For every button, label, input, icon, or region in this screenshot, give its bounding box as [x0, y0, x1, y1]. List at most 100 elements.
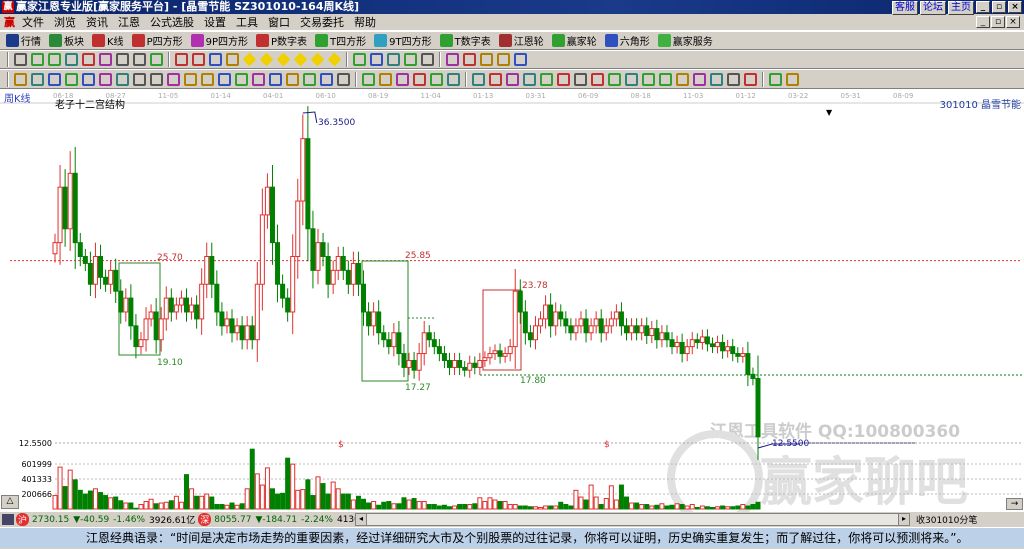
right-icon[interactable]	[226, 53, 239, 66]
nine-icon[interactable]	[523, 72, 536, 86]
diamond-1-icon[interactable]	[242, 52, 257, 67]
gold-line-icon[interactable]	[591, 72, 604, 86]
yin-yang-icon[interactable]	[769, 72, 782, 86]
gold-1-icon[interactable]	[48, 72, 61, 86]
restore-button[interactable]: ▫	[992, 1, 1006, 13]
festival-icon[interactable]	[404, 53, 417, 66]
mdi-restore-button[interactable]: ▫	[991, 16, 1005, 28]
grid-sq-icon[interactable]	[472, 72, 485, 86]
mdi-minimize-button[interactable]: _	[976, 16, 990, 28]
menu-trade[interactable]: 交易委托	[295, 14, 349, 30]
comb-icon[interactable]	[320, 72, 333, 86]
fib-percent-icon[interactable]	[557, 72, 570, 86]
spiral-icon[interactable]	[99, 72, 112, 86]
toolbar-hexagon-button[interactable]: 六角形	[603, 33, 650, 48]
home-link[interactable]: 主页	[948, 1, 974, 15]
angle-2-icon[interactable]	[676, 72, 689, 86]
minimize-button[interactable]: _	[976, 1, 990, 13]
zoom-out-icon[interactable]	[31, 53, 44, 66]
square-fan-icon[interactable]	[396, 72, 409, 86]
circle-icon[interactable]	[133, 72, 146, 86]
calendar-icon[interactable]	[446, 53, 459, 66]
triangle-icon[interactable]	[150, 53, 163, 66]
weight-icon[interactable]	[133, 53, 146, 66]
bars-icon[interactable]	[506, 72, 519, 86]
toolbar-t-number-table-button[interactable]: T数字表	[438, 33, 491, 48]
close-button[interactable]: ×	[1008, 1, 1022, 13]
pointer-icon[interactable]	[116, 53, 129, 66]
diamond-4-icon[interactable]	[293, 52, 308, 67]
angle-6-icon[interactable]	[744, 72, 757, 86]
expand-indicator-button[interactable]: △	[1, 495, 19, 509]
toolbar-kline-button[interactable]: K线	[90, 33, 124, 48]
menu-help[interactable]: 帮助	[349, 14, 381, 30]
grid-icon[interactable]	[31, 72, 44, 86]
box-icon[interactable]	[235, 72, 248, 86]
speed-icon[interactable]	[625, 72, 638, 86]
first-icon[interactable]	[175, 53, 188, 66]
transfer-icon[interactable]	[514, 53, 527, 66]
scroll-left-icon[interactable]: ◂	[356, 514, 367, 525]
toolbar-t-square-button[interactable]: T四方形	[313, 33, 366, 48]
toolbar-winner-service-button[interactable]: 赢家服务	[656, 33, 713, 48]
menu-browse[interactable]: 浏览	[49, 14, 81, 30]
arrow-tool-icon[interactable]	[608, 72, 621, 86]
square-n2-icon[interactable]	[167, 72, 180, 86]
parallel-icon[interactable]	[489, 72, 502, 86]
toolbar-winner-wheel-button[interactable]: 赢家轮	[550, 33, 597, 48]
crosshair-icon[interactable]	[370, 53, 383, 66]
toolbar-sector-button[interactable]: 板块	[47, 33, 84, 48]
toolbar-9t-square-button[interactable]: 9T四方形	[372, 33, 432, 48]
diamond-6-icon[interactable]	[327, 52, 342, 67]
target-icon[interactable]	[201, 72, 214, 86]
infinity-icon[interactable]	[786, 72, 799, 86]
zigzag-icon[interactable]	[430, 72, 443, 86]
menu-tools[interactable]: 工具	[231, 14, 263, 30]
toolbar-p-number-table-button[interactable]: P数字表	[254, 33, 307, 48]
period-icon[interactable]	[14, 53, 27, 66]
angle-4-icon[interactable]	[710, 72, 723, 86]
menu-info[interactable]: 资讯	[81, 14, 113, 30]
hand-icon[interactable]	[353, 53, 366, 66]
fork-icon[interactable]	[82, 72, 95, 86]
menu-file[interactable]: 文件	[17, 14, 49, 30]
calculator-icon[interactable]	[2, 514, 14, 525]
diamond-2-icon[interactable]	[259, 52, 274, 67]
angle-3-icon[interactable]	[693, 72, 706, 86]
menu-settings[interactable]: 设置	[199, 14, 231, 30]
notes-icon[interactable]	[480, 53, 493, 66]
fan-icon[interactable]	[362, 72, 375, 86]
menu-window[interactable]: 窗口	[263, 14, 295, 30]
eraser-icon[interactable]	[116, 72, 129, 86]
angle-5-icon[interactable]	[727, 72, 740, 86]
pen-icon[interactable]	[14, 72, 27, 86]
scroll-right-icon[interactable]: ▸	[898, 514, 909, 525]
cursor-icon[interactable]	[99, 53, 112, 66]
angle-1-icon[interactable]	[659, 72, 672, 86]
gann-icon[interactable]	[421, 53, 434, 66]
mdi-close-button[interactable]: ×	[1006, 16, 1020, 28]
angle-lines-icon[interactable]	[252, 72, 265, 86]
menu-gann[interactable]: 江恩	[113, 14, 145, 30]
toolbar-p-square-button[interactable]: P四方形	[130, 33, 183, 48]
horizontal-scrollbar[interactable]: ◂ ▸	[355, 513, 910, 526]
forum-link[interactable]: 论坛	[920, 1, 946, 15]
wave-red-icon[interactable]	[286, 72, 299, 86]
angle-icon[interactable]	[413, 72, 426, 86]
diamond-3-icon[interactable]	[276, 52, 291, 67]
circle-fan-icon[interactable]	[379, 72, 392, 86]
percent-icon[interactable]	[540, 72, 553, 86]
diamond-5-icon[interactable]	[310, 52, 325, 67]
bar-chart-icon[interactable]	[65, 53, 78, 66]
service-link[interactable]: 客服	[892, 1, 918, 15]
menu-formula[interactable]: 公式选股	[145, 14, 199, 30]
toolbar-quote-board-button[interactable]: 行情	[4, 33, 41, 48]
calculator-icon[interactable]	[463, 53, 476, 66]
trend-icon[interactable]	[387, 53, 400, 66]
scroll-right-button[interactable]: →	[1006, 498, 1023, 510]
sun-icon[interactable]	[218, 72, 231, 86]
lines-icon[interactable]	[150, 72, 163, 86]
toolbar-9p-square-button[interactable]: 9P四方形	[189, 33, 248, 48]
zoom-in-icon[interactable]	[48, 53, 61, 66]
tick-data-label[interactable]: 收301010分笔	[916, 513, 977, 526]
